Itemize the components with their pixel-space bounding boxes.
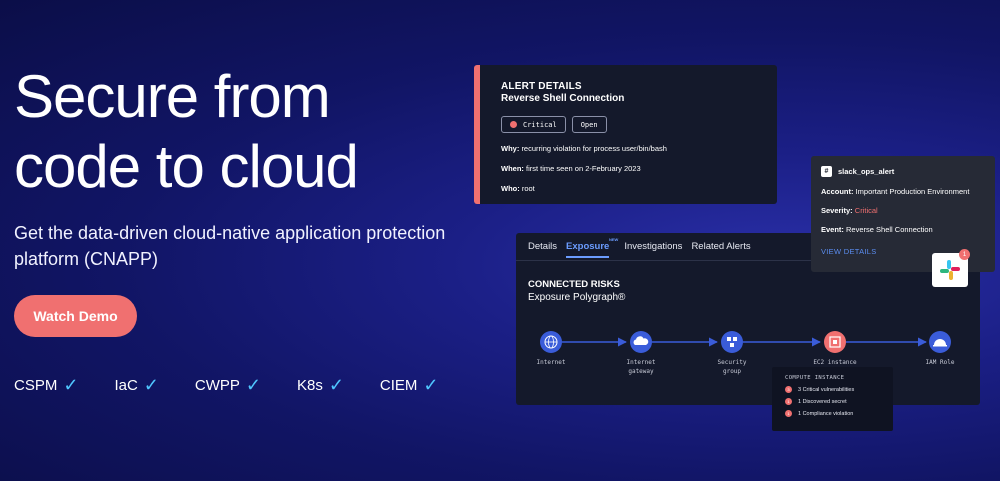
slack-channel-name: slack_ops_alert bbox=[838, 167, 895, 176]
alert-why: Why: recurring violation for process use… bbox=[501, 144, 777, 153]
compute-instance-popup: COMPUTE INSTANCE 3 3 Critical vulnerabili… bbox=[772, 367, 893, 431]
who-label: Who: bbox=[501, 184, 520, 193]
alert-heading: ALERT DETAILS bbox=[501, 81, 582, 92]
alert-details-card: ALERT DETAILS Reverse Shell Connection C… bbox=[474, 65, 777, 204]
slack-severity: Severity: Critical bbox=[821, 206, 995, 215]
node-label-security-group: Security group bbox=[702, 358, 762, 376]
compute-heading: COMPUTE INSTANCE bbox=[785, 375, 845, 381]
feature-list: CSPM ✓ IaC ✓ CWPP ✓ K8s ✓ CIEM ✓ bbox=[14, 375, 475, 396]
slack-channel-icon: # bbox=[821, 166, 832, 177]
node-label-internet: Internet bbox=[521, 358, 581, 367]
node-label-line: group bbox=[722, 368, 742, 375]
severity-label: Severity: bbox=[821, 206, 853, 215]
hero-subtitle: Get the data-driven cloud-native applica… bbox=[14, 223, 446, 269]
compute-item: 1 1 Compliance violation bbox=[785, 410, 893, 417]
who-value: root bbox=[521, 184, 535, 193]
feature-label: CSPM bbox=[14, 377, 58, 394]
alert-name: Reverse Shell Connection bbox=[501, 93, 625, 104]
severity-badge[interactable]: Critical bbox=[501, 116, 566, 133]
why-label: Why: bbox=[501, 144, 520, 153]
alert-when: When: first time seen on 2-February 2023 bbox=[501, 164, 777, 173]
feature-label: IaC bbox=[114, 377, 138, 394]
alert-dot-icon: 1 bbox=[785, 398, 792, 405]
event-label: Event: bbox=[821, 225, 844, 234]
when-label: When: bbox=[501, 164, 524, 173]
feature-item: CWPP ✓ bbox=[195, 375, 261, 396]
chip-icon[interactable] bbox=[824, 331, 846, 353]
hardhat-icon[interactable] bbox=[929, 331, 951, 353]
check-icon: ✓ bbox=[143, 375, 159, 395]
feature-label: CWPP bbox=[194, 377, 240, 394]
feature-item: K8s ✓ bbox=[297, 375, 344, 396]
when-value: first time seen on 2-February 2023 bbox=[526, 164, 641, 173]
node-label-line: Security bbox=[717, 359, 747, 366]
check-icon: ✓ bbox=[423, 375, 439, 395]
compute-item-text: 1 Compliance violation bbox=[798, 410, 854, 417]
compute-item-text: 1 Discovered secret bbox=[798, 398, 847, 405]
node-label-ec2: EC2 instance bbox=[805, 358, 865, 367]
node-label-line: gateway bbox=[628, 368, 654, 375]
node-label-line: Internet bbox=[536, 359, 566, 366]
status-label: Open bbox=[580, 120, 598, 129]
feature-label: K8s bbox=[296, 377, 323, 394]
compute-item: 1 1 Discovered secret bbox=[785, 398, 893, 405]
node-label-iam-role: IAM Role bbox=[910, 358, 970, 367]
alert-dot-icon: 1 bbox=[785, 410, 792, 417]
status-dot-icon bbox=[510, 121, 517, 128]
slack-account: Account: Important Production Environmen… bbox=[821, 187, 995, 196]
cubes-icon[interactable] bbox=[721, 331, 743, 353]
check-icon: ✓ bbox=[328, 375, 344, 395]
feature-item: CIEM ✓ bbox=[380, 375, 439, 396]
why-value: recurring violation for process user/bin… bbox=[521, 144, 667, 153]
hero-title: Secure from code to cloud bbox=[14, 62, 454, 202]
account-label: Account: bbox=[821, 187, 854, 196]
compute-item-text: 3 Critical vulnerabilities bbox=[798, 386, 855, 393]
feature-label: CIEM bbox=[379, 377, 418, 394]
cloud-icon[interactable] bbox=[630, 331, 652, 353]
severity-value: Critical bbox=[854, 206, 878, 215]
slack-event: Event: Reverse Shell Connection bbox=[821, 225, 995, 234]
watch-demo-button[interactable]: Watch Demo bbox=[14, 295, 137, 337]
alert-dot-icon: 3 bbox=[785, 386, 792, 393]
hero-title-line2: code to cloud bbox=[14, 133, 359, 200]
check-icon: ✓ bbox=[245, 375, 261, 395]
node-label-line: Internet bbox=[626, 359, 656, 366]
node-label-line: EC2 instance bbox=[813, 359, 857, 366]
notification-badge: 1 bbox=[959, 249, 970, 260]
node-label-gateway: Internet gateway bbox=[611, 358, 671, 376]
check-icon: ✓ bbox=[63, 375, 79, 395]
event-value: Reverse Shell Connection bbox=[846, 225, 933, 234]
severity-label: Critical bbox=[523, 120, 557, 129]
compute-item: 3 3 Critical vulnerabilities bbox=[785, 386, 893, 393]
alert-who: Who: root bbox=[501, 184, 777, 193]
status-badge[interactable]: Open bbox=[571, 116, 607, 133]
account-value: Important Production Environment bbox=[855, 187, 970, 196]
slack-header: # slack_ops_alert bbox=[821, 166, 995, 177]
feature-item: CSPM ✓ bbox=[14, 375, 78, 396]
hero-title-line1: Secure from bbox=[14, 63, 331, 130]
feature-item: IaC ✓ bbox=[114, 375, 158, 396]
globe-icon[interactable] bbox=[540, 331, 562, 353]
node-label-line: IAM Role bbox=[925, 359, 955, 366]
